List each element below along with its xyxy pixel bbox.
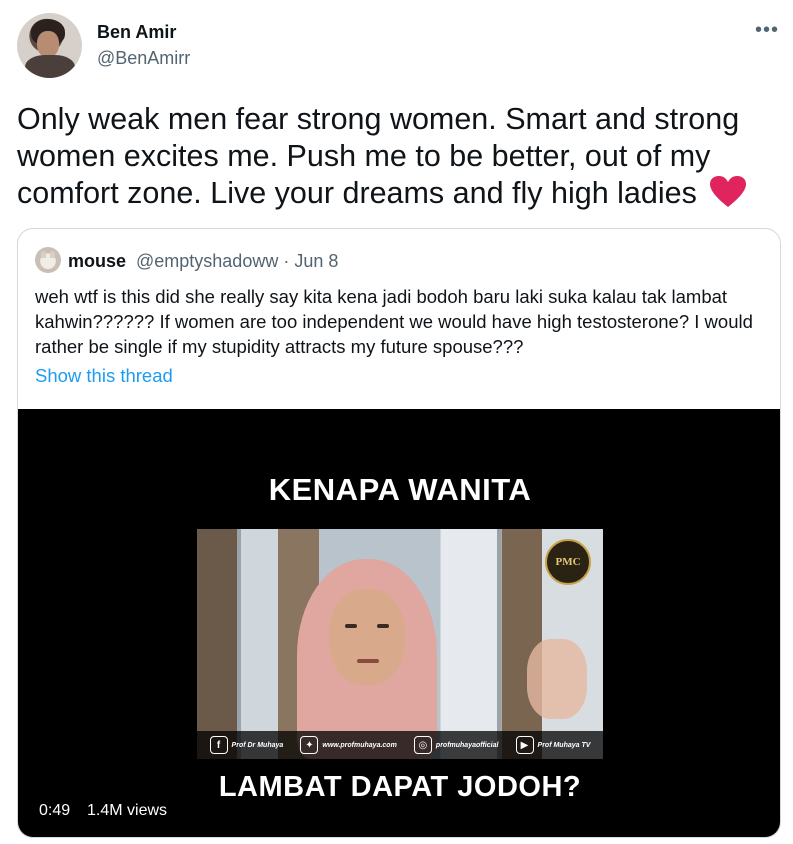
- author-name[interactable]: Ben Amir: [97, 22, 176, 43]
- video-view-count: 1.4M views: [87, 802, 168, 819]
- quoted-tweet[interactable]: mouse @emptyshadoww · Jun 8 weh wtf is t…: [17, 228, 781, 838]
- tweet-text: Only weak men fear strong women. Smart a…: [17, 102, 740, 210]
- avatar-body: [25, 55, 75, 78]
- youtube-icon: ▶: [515, 736, 534, 754]
- tweet-body: Only weak men fear strong women. Smart a…: [17, 101, 777, 212]
- more-options-icon[interactable]: •••: [755, 20, 779, 40]
- social-label: Prof Dr Muhaya: [231, 741, 284, 749]
- social-label: www.profmuhaya.com: [322, 741, 397, 749]
- window-frame: [497, 529, 501, 759]
- video-frame: PMC f Prof Dr Muhaya ✦ www.profmuhaya.co…: [197, 529, 603, 759]
- social-facebook: f Prof Dr Muhaya: [209, 736, 284, 754]
- quote-text: weh wtf is this did she really say kita …: [35, 286, 753, 357]
- avatar-face: [37, 31, 59, 57]
- video-title-top: KENAPA WANITA: [268, 472, 532, 507]
- speaker-mouth: [357, 659, 379, 663]
- social-instagram: ◎ profmuhayaofficial: [413, 736, 499, 754]
- social-youtube: ▶ Prof Muhaya TV: [515, 736, 591, 754]
- red-heart-icon: [710, 176, 747, 207]
- author-avatar[interactable]: [17, 13, 82, 78]
- website-icon: ✦: [300, 736, 319, 754]
- quote-author-meta: @emptyshadoww · Jun 8: [136, 251, 339, 271]
- social-links-bar: f Prof Dr Muhaya ✦ www.profmuhaya.com ◎ …: [197, 731, 603, 759]
- video-duration: 0:49: [39, 802, 71, 819]
- video-title-bottom: LAMBAT DAPAT JODOH?: [218, 771, 582, 803]
- video-player[interactable]: KENAPA WANITA PMC f Prof Dr Muhaya ✦ www…: [18, 409, 780, 837]
- show-thread-link[interactable]: Show this thread: [35, 365, 173, 387]
- facebook-icon: f: [209, 736, 228, 754]
- instagram-icon: ◎: [413, 736, 432, 754]
- social-website: ✦ www.profmuhaya.com: [300, 736, 397, 754]
- speaker-eye: [377, 624, 389, 628]
- pmc-logo-badge: PMC: [545, 539, 591, 585]
- window-frame: [237, 529, 241, 759]
- quote-author-name[interactable]: mouse: [68, 251, 126, 272]
- speaker-eye: [345, 624, 357, 628]
- quote-author-avatar[interactable]: [35, 247, 61, 273]
- social-label: profmuhayaofficial: [435, 741, 499, 749]
- social-label: Prof Muhaya TV: [537, 741, 591, 749]
- speaker-hand: [527, 639, 587, 719]
- speaker-face: [329, 589, 405, 685]
- author-handle[interactable]: @BenAmirr: [97, 48, 190, 69]
